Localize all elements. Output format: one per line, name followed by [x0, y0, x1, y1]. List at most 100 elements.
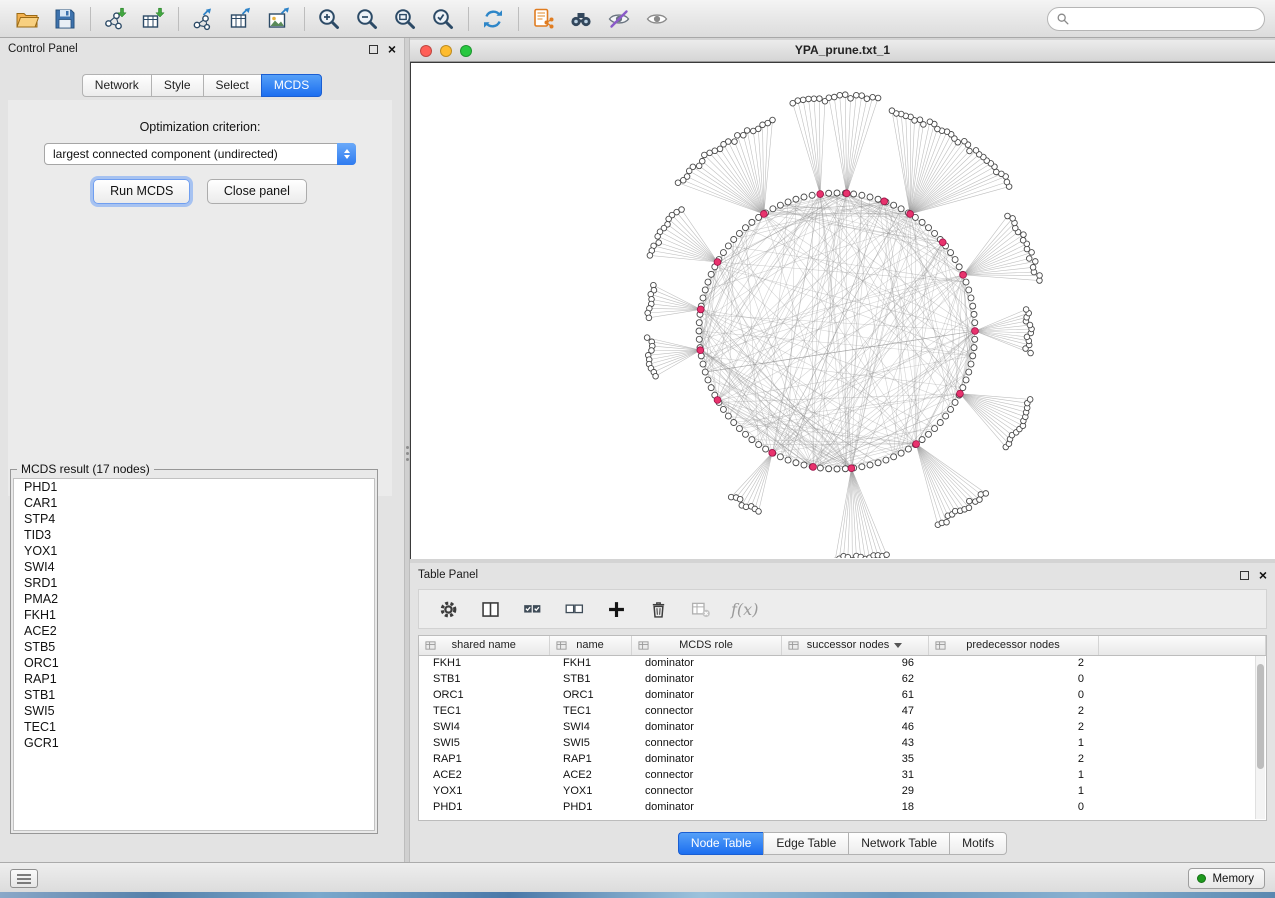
zoom-out-icon[interactable] [352, 5, 382, 33]
result-node[interactable]: TEC1 [14, 719, 374, 735]
export-image-icon[interactable] [264, 5, 294, 33]
close-window-icon[interactable] [420, 45, 432, 57]
table-scrollbar-thumb[interactable] [1257, 664, 1264, 769]
result-node[interactable]: SRD1 [14, 575, 374, 591]
result-node[interactable]: ACE2 [14, 623, 374, 639]
maximize-window-icon[interactable] [460, 45, 472, 57]
function-builder-icon[interactable]: f(x) [731, 600, 758, 619]
network-window-titlebar[interactable]: YPA_prune.txt_1 [410, 40, 1275, 62]
save-icon[interactable] [50, 5, 80, 33]
export-network-icon[interactable] [188, 5, 218, 33]
hide-columns-icon[interactable] [685, 595, 715, 623]
table-panel-header: Table Panel × [410, 563, 1275, 587]
column-header-successor-nodes[interactable]: successor nodes [781, 636, 928, 655]
result-node[interactable]: YOX1 [14, 543, 374, 559]
column-header-name[interactable]: name [549, 636, 631, 655]
table-row[interactable]: YOX1YOX1connector291 [419, 783, 1266, 799]
table-row[interactable]: TEC1TEC1connector472 [419, 703, 1266, 719]
network-canvas[interactable] [410, 62, 1275, 559]
optimization-dropdown[interactable]: largest connected component (undirected) [44, 143, 356, 165]
split-columns-icon[interactable] [475, 595, 505, 623]
close-table-panel-icon[interactable]: × [1259, 569, 1267, 581]
result-node[interactable]: PHD1 [14, 479, 374, 495]
refresh-icon[interactable] [478, 5, 508, 33]
tab-motifs[interactable]: Motifs [949, 832, 1007, 855]
add-icon[interactable] [601, 595, 631, 623]
table-row[interactable]: PHD1PHD1dominator180 [419, 799, 1266, 815]
splitter-grip-icon[interactable] [406, 446, 409, 449]
export-table-icon[interactable] [226, 5, 256, 33]
close-panel-button[interactable]: Close panel [207, 179, 307, 204]
zoom-selected-icon[interactable] [428, 5, 458, 33]
result-node[interactable]: STB1 [14, 687, 374, 703]
list-icon [16, 873, 32, 885]
run-mcds-button[interactable]: Run MCDS [93, 179, 190, 204]
mcds-tab-content: Optimization criterion: largest connecte… [8, 100, 392, 496]
tab-network-table[interactable]: Network Table [848, 832, 949, 855]
close-panel-icon[interactable]: × [388, 43, 396, 55]
table-cell: STB1 [419, 671, 549, 687]
table-row[interactable]: ACE2ACE2connector311 [419, 767, 1266, 783]
table-cell: TEC1 [549, 703, 631, 719]
result-node[interactable]: STP4 [14, 511, 374, 527]
tab-style[interactable]: Style [151, 74, 203, 97]
show-hide-panels-icon[interactable] [642, 5, 672, 33]
mcds-result-list[interactable]: PHD1CAR1STP4TID3YOX1SWI4SRD1PMA2FKH1ACE2… [13, 478, 375, 831]
table-scrollbar[interactable] [1255, 656, 1265, 819]
search-network-icon[interactable] [566, 5, 596, 33]
table-row[interactable]: FKH1FKH1dominator962 [419, 655, 1266, 671]
zoom-fit-icon[interactable] [390, 5, 420, 33]
float-panel-icon[interactable] [369, 45, 378, 54]
tab-network[interactable]: Network [82, 74, 151, 97]
table-cell-filler [1098, 735, 1266, 751]
panel-menu-button[interactable] [10, 869, 38, 888]
share-document-icon[interactable] [528, 5, 558, 33]
import-table-icon[interactable] [138, 5, 168, 33]
result-node[interactable]: RAP1 [14, 671, 374, 687]
tab-mcds[interactable]: MCDS [261, 74, 322, 97]
table-cell: 2 [928, 703, 1098, 719]
select-all-icon[interactable] [517, 595, 547, 623]
network-nodes[interactable] [644, 92, 1042, 558]
search-input[interactable] [1075, 12, 1255, 26]
result-node[interactable]: SWI4 [14, 559, 374, 575]
result-node[interactable]: CAR1 [14, 495, 374, 511]
delete-icon[interactable] [643, 595, 673, 623]
graphics-details-icon[interactable] [604, 5, 634, 33]
network-graph[interactable] [411, 63, 1274, 558]
table-row[interactable]: SWI4SWI4dominator462 [419, 719, 1266, 735]
minimize-window-icon[interactable] [440, 45, 452, 57]
tab-edge-table[interactable]: Edge Table [763, 832, 848, 855]
table-cell: SWI4 [549, 719, 631, 735]
open-icon[interactable] [12, 5, 42, 33]
float-table-panel-icon[interactable] [1240, 571, 1249, 580]
column-header-shared-name[interactable]: shared name [419, 636, 549, 655]
table-row[interactable]: RAP1RAP1dominator352 [419, 751, 1266, 767]
result-node[interactable]: GCR1 [14, 735, 374, 751]
tab-select[interactable]: Select [203, 74, 261, 97]
table-cell: ORC1 [549, 687, 631, 703]
column-header-predecessor-nodes[interactable]: predecessor nodes [928, 636, 1098, 655]
table-row[interactable]: SWI5SWI5connector431 [419, 735, 1266, 751]
deselect-all-icon[interactable] [559, 595, 589, 623]
column-header-MCDS-role[interactable]: MCDS role [631, 636, 781, 655]
table-cell: dominator [631, 671, 781, 687]
table-row[interactable]: STB1STB1dominator620 [419, 671, 1266, 687]
mcds-result-title: MCDS result (17 nodes) [17, 462, 154, 476]
table-cell: connector [631, 703, 781, 719]
result-node[interactable]: PMA2 [14, 591, 374, 607]
result-node[interactable]: ORC1 [14, 655, 374, 671]
table-row[interactable]: ORC1ORC1dominator610 [419, 687, 1266, 703]
import-network-icon[interactable] [100, 5, 130, 33]
result-node[interactable]: TID3 [14, 527, 374, 543]
table-panel-title: Table Panel [418, 569, 1240, 581]
table-cell: connector [631, 767, 781, 783]
result-node[interactable]: SWI5 [14, 703, 374, 719]
memory-button[interactable]: Memory [1188, 868, 1265, 889]
tab-node-table[interactable]: Node Table [678, 832, 764, 855]
gear-icon[interactable] [433, 595, 463, 623]
result-node[interactable]: FKH1 [14, 607, 374, 623]
zoom-in-icon[interactable] [314, 5, 344, 33]
result-node[interactable]: STB5 [14, 639, 374, 655]
search-field[interactable] [1047, 7, 1265, 31]
